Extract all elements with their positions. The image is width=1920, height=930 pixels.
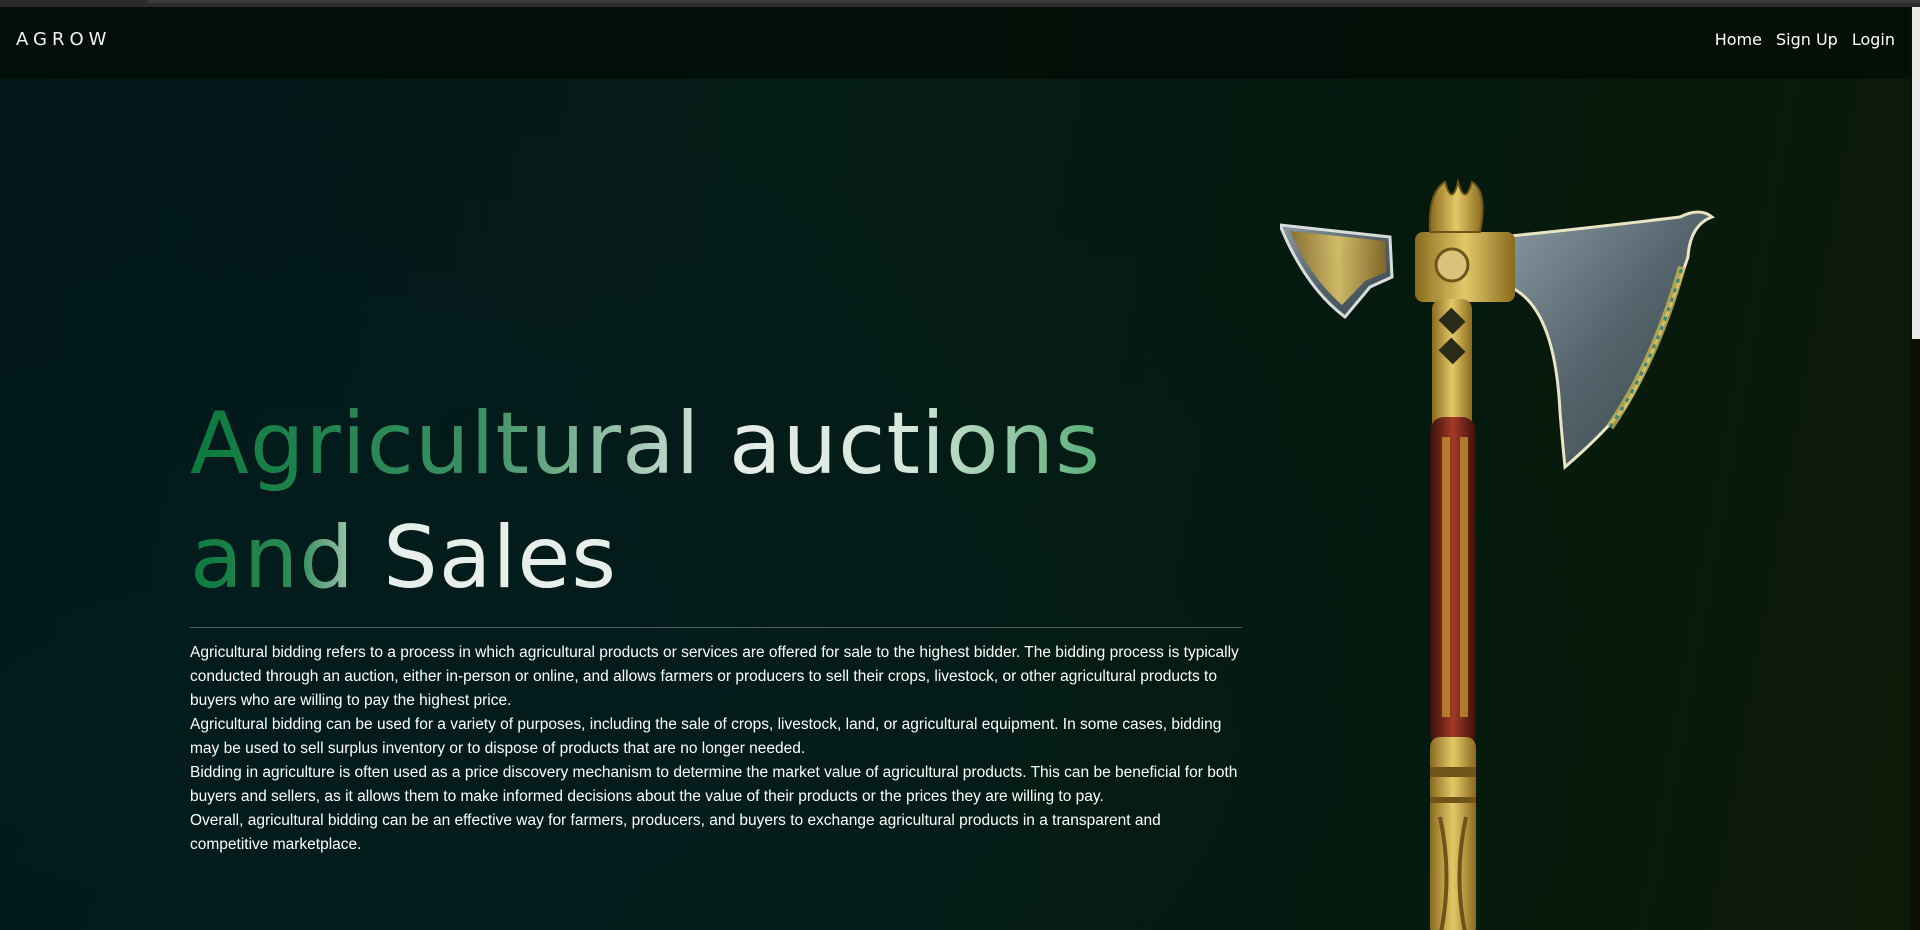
hero-title: Agricultural auctions and Sales xyxy=(190,387,1242,615)
hero-description: Agricultural bidding refers to a process… xyxy=(190,641,1242,857)
hero-title-line1: Agricultural auctions xyxy=(190,394,1101,494)
scrollbar-thumb[interactable] xyxy=(1912,7,1920,339)
nav-signup-link[interactable]: Sign Up xyxy=(1776,30,1838,49)
hero-divider xyxy=(190,627,1242,628)
nav-links: Home Sign Up Login xyxy=(1715,30,1895,49)
hero-paragraph: Bidding in agriculture is often used as … xyxy=(190,764,1238,805)
browser-top-strip xyxy=(0,0,1920,7)
nav-home-link[interactable]: Home xyxy=(1715,30,1762,49)
hero-paragraph: Agricultural bidding refers to a process… xyxy=(190,644,1239,709)
navbar: AGROW Home Sign Up Login xyxy=(0,7,1910,79)
hero-paragraph: Agricultural bidding can be used for a v… xyxy=(190,716,1222,757)
hero-section: Agricultural auctions and Sales Agricult… xyxy=(190,387,1242,857)
browser-tab-edge xyxy=(148,0,1920,3)
hero-title-line2: and Sales xyxy=(190,501,617,615)
brand-logo[interactable]: AGROW xyxy=(16,29,111,50)
axe-illustration xyxy=(1280,178,1715,930)
hero-paragraph: Overall, agricultural bidding can be an … xyxy=(190,812,1161,853)
page-scrollbar[interactable] xyxy=(1910,7,1920,930)
page: AGROW Home Sign Up Login Agricultural au… xyxy=(0,7,1910,930)
nav-login-link[interactable]: Login xyxy=(1852,30,1895,49)
